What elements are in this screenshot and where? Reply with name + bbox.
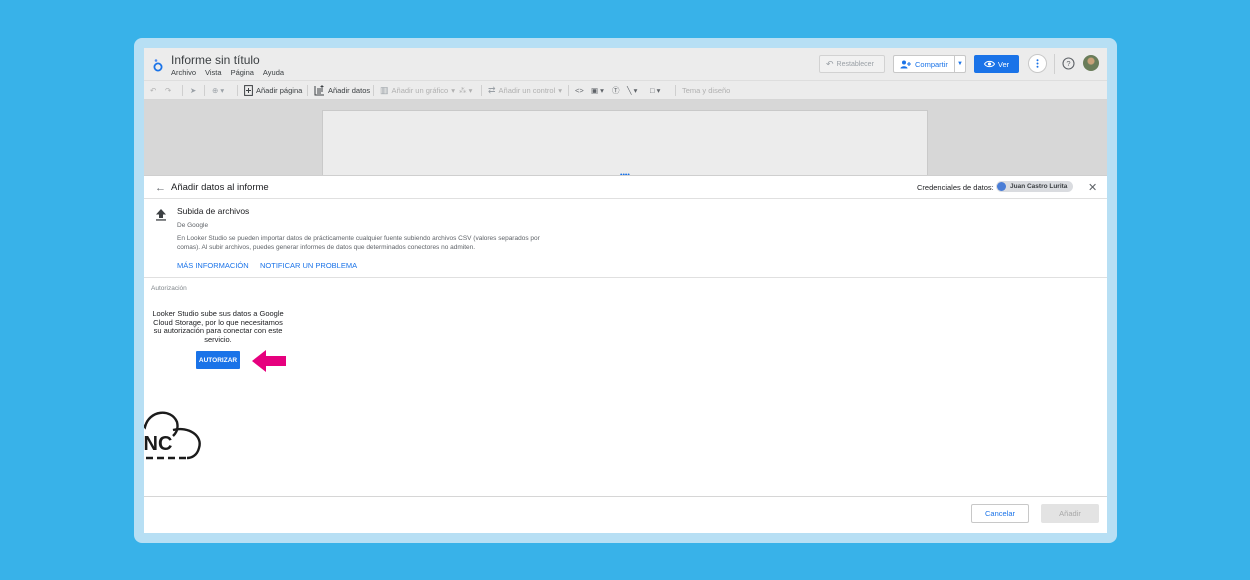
looker-studio-logo-icon bbox=[153, 59, 163, 72]
add-data-button[interactable]: Añadir datos bbox=[314, 81, 370, 100]
add-button[interactable]: Añadir bbox=[1041, 504, 1099, 523]
text-icon[interactable]: Ⓣ bbox=[612, 81, 620, 100]
nc-logo-text: NC bbox=[144, 433, 172, 455]
redo-icon[interactable]: ↷ bbox=[165, 81, 171, 100]
shape-icon[interactable]: □ ▾ bbox=[650, 81, 660, 100]
panel-title: Añadir datos al informe bbox=[171, 182, 269, 193]
user-avatar-icon bbox=[997, 182, 1006, 191]
help-icon[interactable]: ? bbox=[1062, 57, 1075, 70]
toolbar-divider bbox=[568, 85, 569, 96]
report-title[interactable]: Informe sin título bbox=[171, 53, 260, 67]
menu-archivo[interactable]: Archivo bbox=[171, 68, 196, 77]
zoom-icon[interactable]: ⊕ ▾ bbox=[212, 81, 224, 100]
connector-description: En Looker Studio se pueden importar dato… bbox=[177, 235, 540, 251]
menu-vista[interactable]: Vista bbox=[205, 68, 222, 77]
user-avatar[interactable] bbox=[1083, 55, 1099, 71]
report-page[interactable] bbox=[322, 110, 928, 175]
pink-arrow-icon bbox=[252, 350, 286, 372]
select-cursor-icon[interactable]: ➤ bbox=[190, 81, 196, 100]
back-arrow-icon[interactable]: ← bbox=[155, 182, 166, 194]
menu-ayuda[interactable]: Ayuda bbox=[263, 68, 284, 77]
panel-header: ← Añadir datos al informe Credenciales d… bbox=[144, 176, 1107, 199]
report-issue-link[interactable]: NOTIFICAR UN PROBLEMA bbox=[260, 261, 357, 270]
share-button[interactable]: Compartir ▼ bbox=[893, 55, 966, 73]
community-viz-icon[interactable]: ⁂ ▾ bbox=[459, 81, 472, 100]
authorization-label: Autorización bbox=[151, 285, 187, 292]
menu-pagina[interactable]: Página bbox=[231, 68, 254, 77]
authorization-text: Looker Studio sube sus datos a Google Cl… bbox=[152, 309, 284, 344]
connector-author: De Google bbox=[177, 222, 209, 229]
image-icon[interactable]: ▣ ▾ bbox=[591, 81, 604, 100]
panel-footer: Cancelar Añadir bbox=[144, 496, 1107, 533]
add-chart-button[interactable]: ▥ Añadir un gráfico ▾ bbox=[380, 81, 455, 100]
chart-icon: ▥ bbox=[380, 85, 389, 95]
toolbar-divider bbox=[373, 85, 374, 96]
close-icon[interactable]: ✕ bbox=[1088, 181, 1097, 194]
more-options-button[interactable] bbox=[1028, 54, 1047, 73]
toolbar-divider bbox=[237, 85, 238, 96]
cloud-logo-icon: NC bbox=[144, 411, 201, 460]
connector-info: Subida de archivos De Google En Looker S… bbox=[144, 199, 1107, 278]
undo-icon[interactable]: ↶ bbox=[150, 81, 156, 100]
control-icon: ⇄ bbox=[488, 85, 496, 95]
add-data-panel: ← Añadir datos al informe Credenciales d… bbox=[144, 175, 1107, 533]
looker-studio-window: Informe sin título Archivo Vista Página … bbox=[144, 48, 1107, 533]
credentials-chip[interactable]: Juan Castro Lurita bbox=[996, 181, 1074, 192]
toolbar-divider bbox=[182, 85, 183, 96]
toolbar-divider bbox=[481, 85, 482, 96]
toolbar: ↶ ↷ ➤ ⊕ ▾ Añadir página Añadir datos ▥ A… bbox=[144, 80, 1107, 100]
nc-cloud-logo: NC bbox=[144, 406, 203, 469]
cancel-button[interactable]: Cancelar bbox=[971, 504, 1029, 523]
add-control-button[interactable]: ⇄ Añadir un control ▾ bbox=[488, 81, 562, 100]
toolbar-divider bbox=[675, 85, 676, 96]
line-icon[interactable]: ╲ ▾ bbox=[627, 81, 637, 100]
more-vert-icon bbox=[1036, 59, 1039, 68]
add-page-button[interactable]: Añadir página bbox=[244, 81, 302, 100]
add-page-icon bbox=[244, 85, 253, 96]
authorize-button[interactable]: AUTORIZAR bbox=[196, 351, 240, 369]
toolbar-divider bbox=[204, 85, 205, 96]
header-divider bbox=[1054, 54, 1055, 74]
share-dropdown-icon[interactable]: ▼ bbox=[954, 56, 965, 72]
eye-icon bbox=[983, 60, 995, 68]
undo-arrow-icon: ↶ bbox=[826, 58, 834, 69]
add-data-icon bbox=[314, 85, 324, 96]
report-canvas bbox=[144, 100, 1107, 175]
toolbar-divider bbox=[307, 85, 308, 96]
upload-icon bbox=[156, 209, 166, 221]
menu-bar: Archivo Vista Página Ayuda bbox=[171, 68, 284, 77]
theme-layout-button[interactable]: Tema y diseño bbox=[682, 81, 730, 100]
learn-more-link[interactable]: MÁS INFORMACIÓN bbox=[177, 261, 249, 270]
title-bar: Informe sin título Archivo Vista Página … bbox=[144, 48, 1107, 80]
add-person-icon bbox=[900, 60, 911, 68]
credentials-label: Credenciales de datos: bbox=[917, 183, 994, 192]
svg-text:?: ? bbox=[1066, 59, 1070, 68]
reset-button[interactable]: ↶ Restablecer bbox=[819, 55, 885, 73]
view-button[interactable]: Ver bbox=[974, 55, 1019, 73]
connector-name: Subida de archivos bbox=[177, 206, 250, 216]
embed-code-icon[interactable]: <> bbox=[575, 81, 584, 100]
